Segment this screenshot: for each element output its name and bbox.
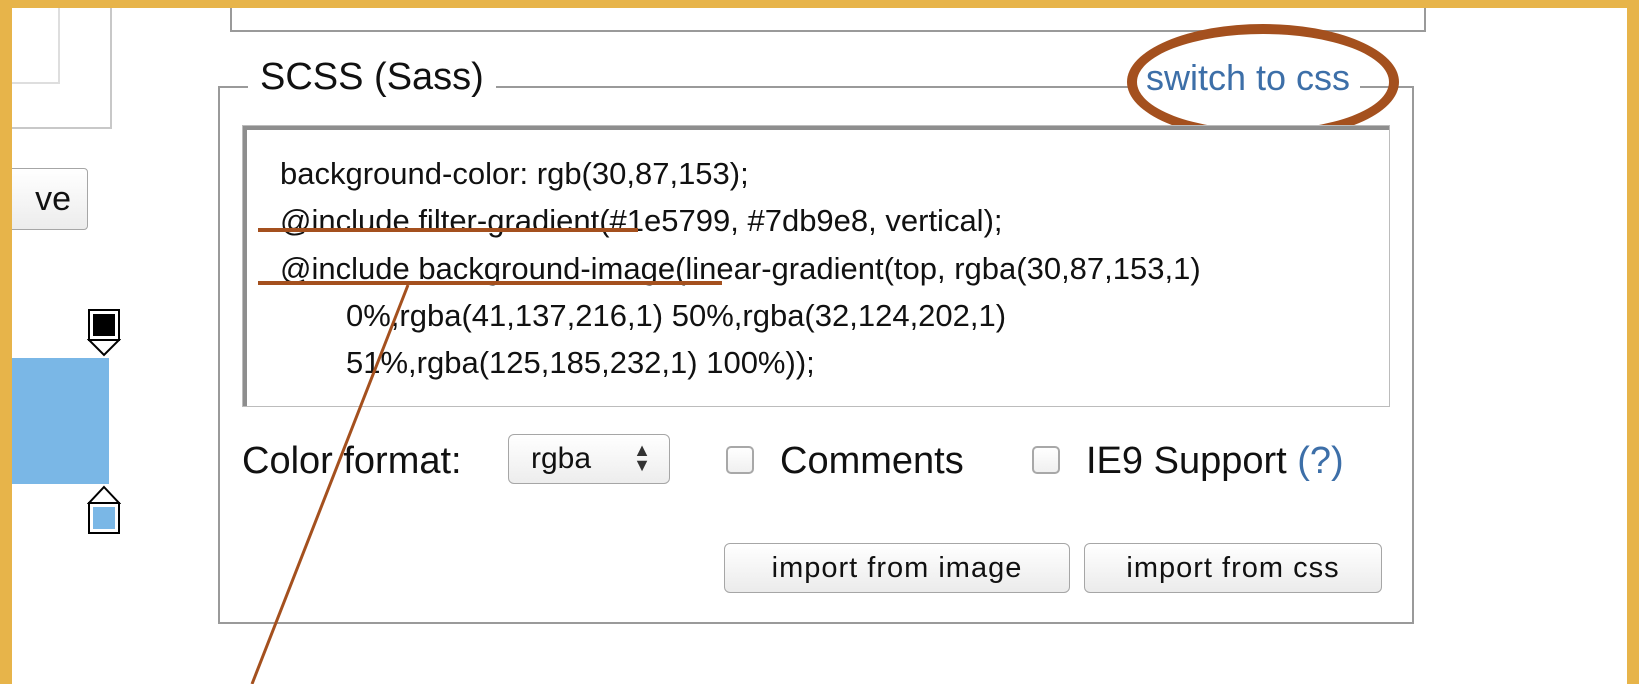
import-from-css-label: import from css	[1126, 551, 1340, 584]
color-format-value: rgba	[531, 442, 592, 475]
color-stop-bottom-icon[interactable]	[86, 485, 122, 535]
scss-legend: SCSS (Sass)	[248, 56, 496, 99]
code-line-5: 51%,rgba(125,185,232,1) 100%));	[346, 345, 815, 380]
save-button-label: ve	[35, 179, 71, 218]
color-format-select[interactable]: rgba ▲ ▼	[508, 434, 670, 484]
ie9-support-checkbox[interactable]	[1032, 446, 1060, 474]
code-line-3: @include background-image(linear-gradien…	[280, 251, 1201, 286]
ie9-support-label-group: IE9 Support (?)	[1086, 440, 1344, 483]
import-from-image-button[interactable]: import from image	[724, 543, 1070, 593]
top-panel-box	[230, 8, 1426, 32]
code-line-2: @include filter-gradient(#1e5799, #7db9e…	[280, 203, 1003, 238]
ie9-help-link[interactable]: (?)	[1297, 440, 1343, 482]
preview-inner-box	[12, 8, 60, 84]
gradient-swatch[interactable]	[12, 358, 109, 484]
ie9-support-label: IE9 Support	[1086, 440, 1287, 482]
color-stop-top-icon[interactable]	[86, 308, 122, 358]
color-format-label: Color format:	[242, 440, 462, 482]
import-from-image-label: import from image	[771, 551, 1023, 584]
save-button[interactable]: ve	[12, 168, 88, 230]
switch-to-css-link[interactable]: switch to css	[1136, 57, 1361, 99]
code-line-1: background-color: rgb(30,87,153);	[280, 156, 749, 191]
comments-checkbox[interactable]	[726, 446, 754, 474]
comments-label: Comments	[780, 440, 964, 482]
code-line-4: 0%,rgba(41,137,216,1) 50%,rgba(32,124,20…	[346, 298, 1007, 333]
scss-code-output[interactable]: background-color: rgb(30,87,153); @inclu…	[242, 125, 1390, 407]
select-arrows-icon: ▲ ▼	[633, 440, 651, 475]
import-from-css-button[interactable]: import from css	[1084, 543, 1382, 593]
